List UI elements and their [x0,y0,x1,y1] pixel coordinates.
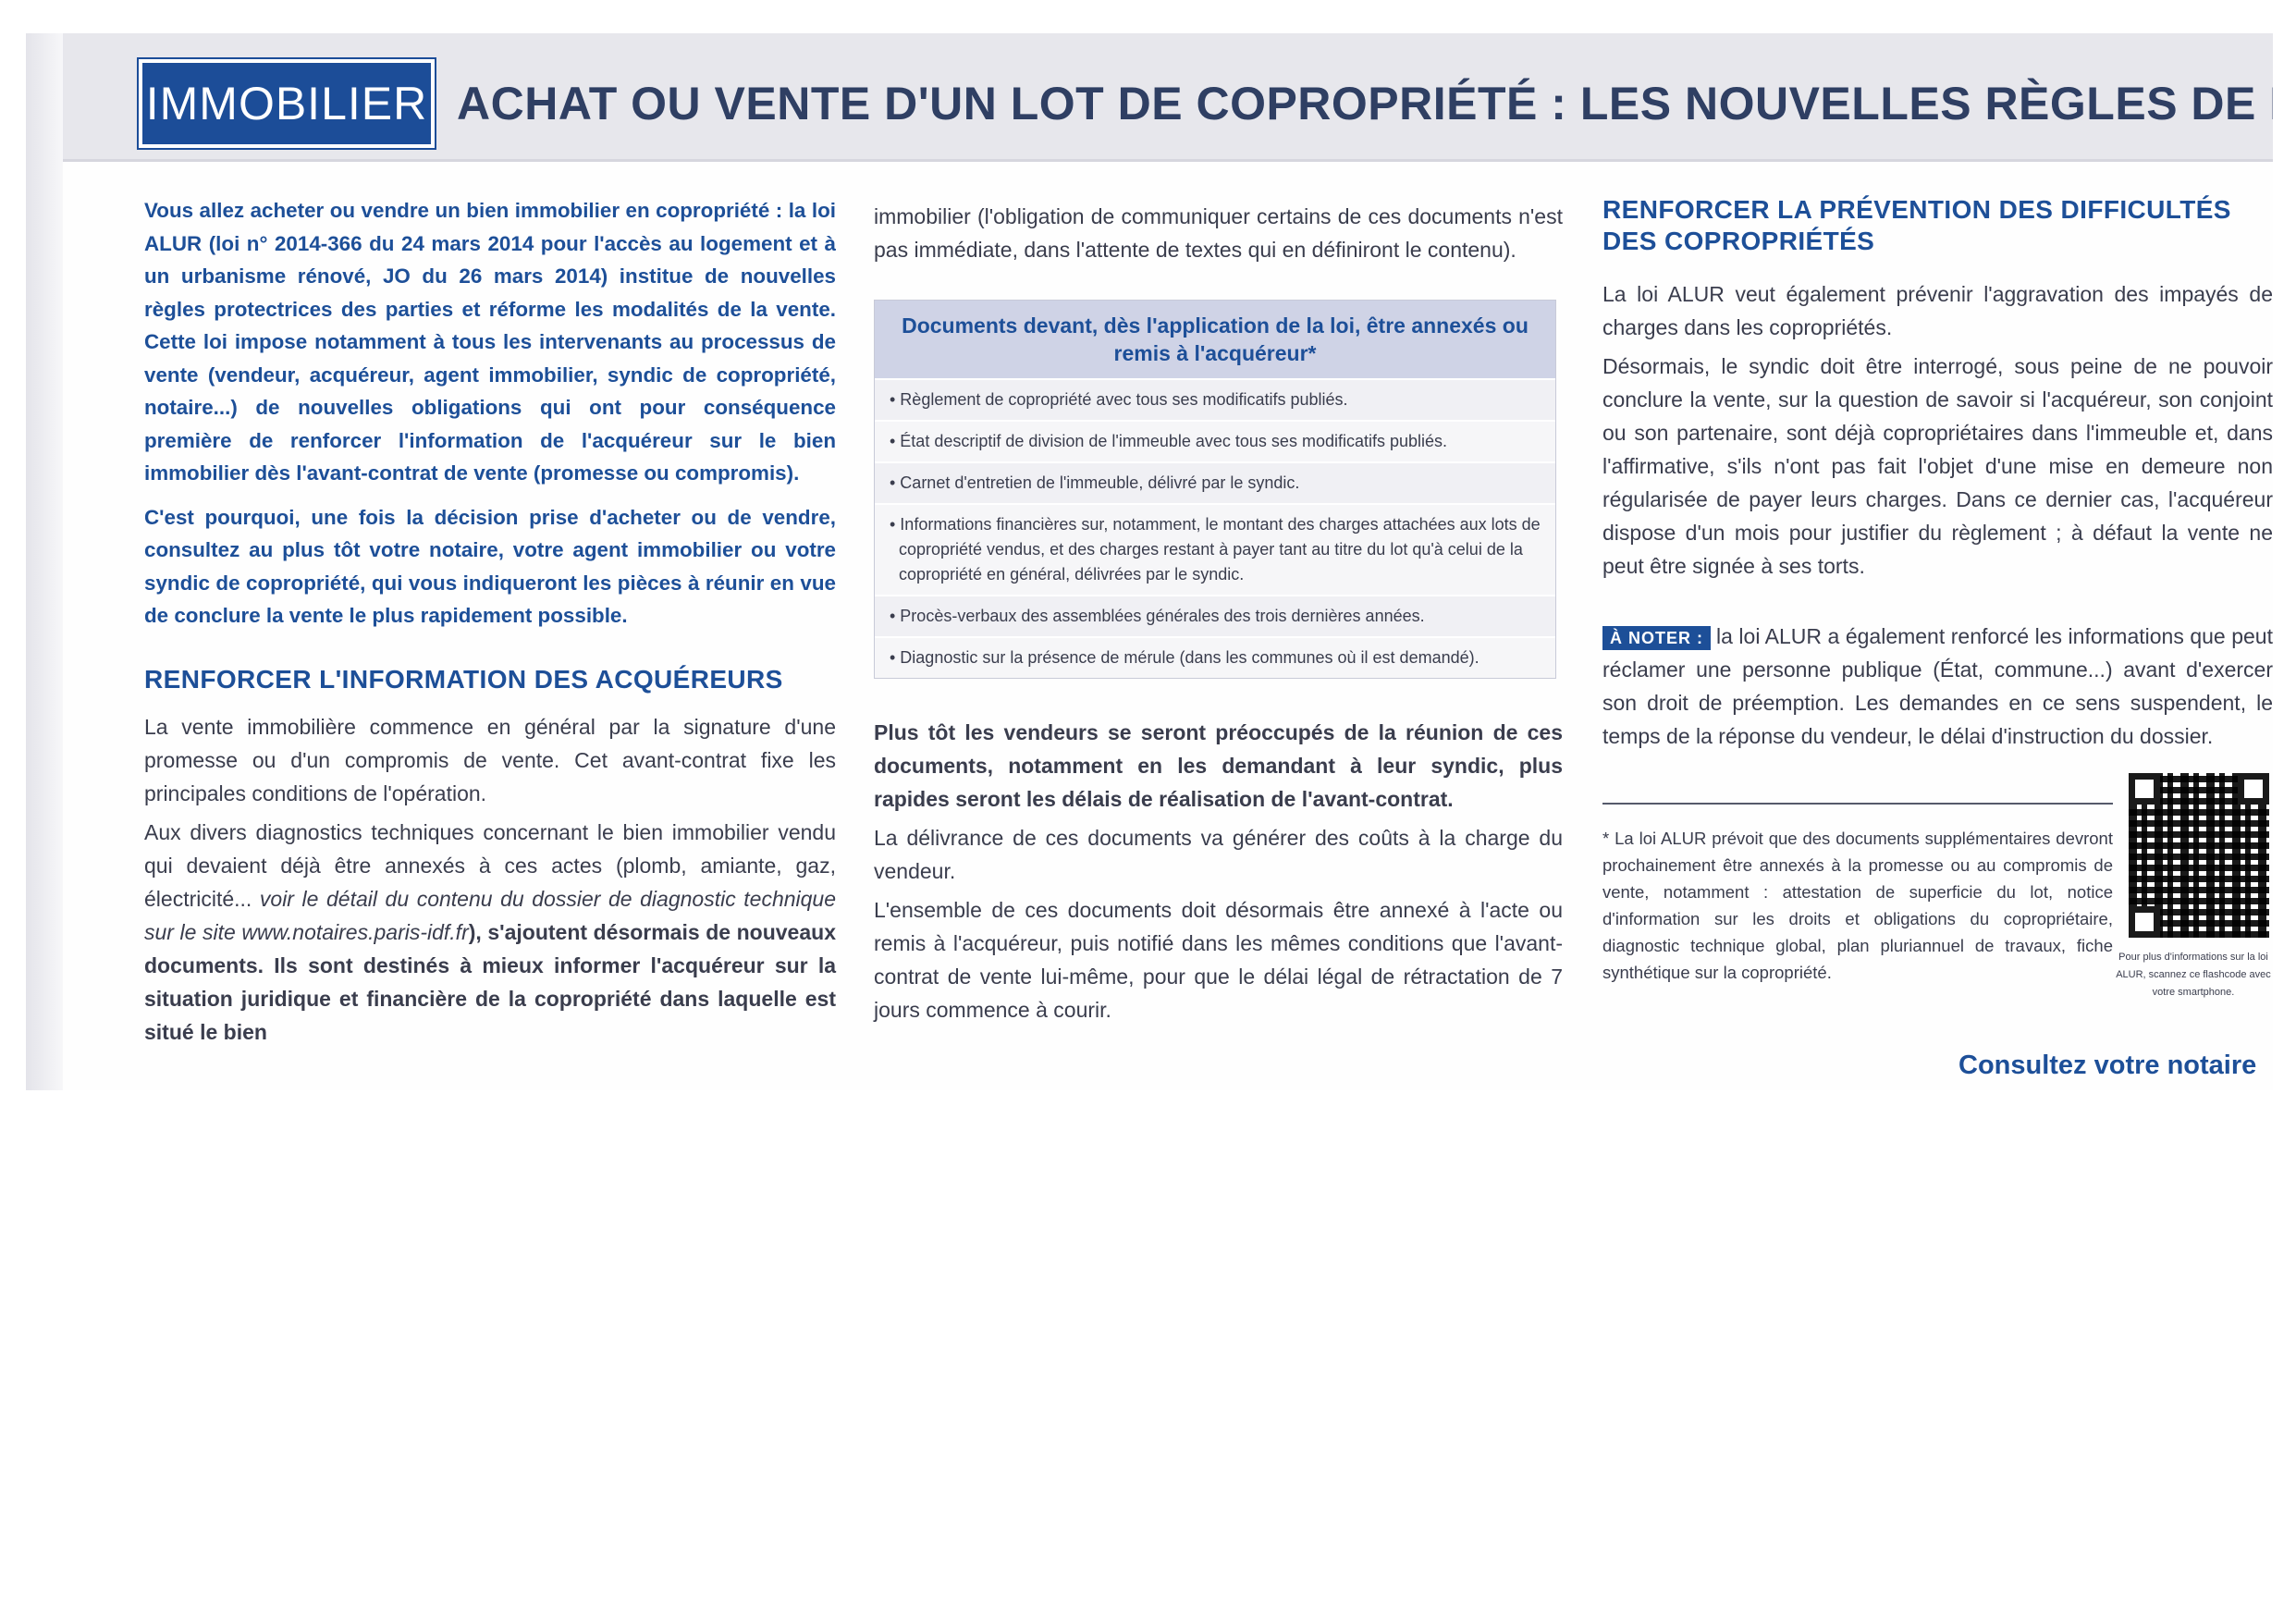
paragraph-costs: La délivrance de ces documents va génére… [874,826,1563,883]
flashcode-qr-icon [2129,773,2269,938]
consult-notaire-call: Consultez votre notaire [1958,1051,2257,1080]
continuation-paragraph: immobilier (l'obligation de communiquer … [874,204,1563,262]
qr-finder-icon [2129,906,2160,938]
qr-finder-icon [2129,773,2160,805]
documents-item: • Informations financières sur, notammen… [875,503,1555,595]
section-badge: IMMOBILIER [137,57,436,150]
section-heading-prevention: RENFORCER LA PRÉVENTION DES DIFFICULTÉS … [1602,195,2231,255]
body-paragraph-2: Aux divers diagnostics techniques concer… [144,816,836,1049]
documents-box-title: Documents devant, dès l'application de l… [875,301,1555,378]
body-paragraph-1: La vente immobilière commence en général… [144,714,836,805]
documents-item: • Diagnostic sur la présence de mérule (… [875,636,1555,678]
qr-finder-icon [2238,773,2269,805]
flashcode-caption: Pour plus d'informations sur la loi ALUR… [2116,952,2271,998]
prevention-paragraph-1: La loi ALUR veut également prévenir l'ag… [1602,282,2273,339]
intro-paragraph-2: C'est pourquoi, une fois la décision pri… [144,505,836,628]
paragraph-annex: L'ensemble de ces documents doit désorma… [874,898,1563,1022]
section-heading-acquereurs: RENFORCER L'INFORMATION DES ACQUÉREURS [144,664,783,694]
column-2: immobilier (l'obligation de communiquer … [874,194,1563,1026]
sheet-left-edge [26,33,63,1090]
documents-item: • Carnet d'entretien de l'immeuble, déli… [875,461,1555,503]
footnote: * La loi ALUR prévoit que des documents … [1602,829,2113,982]
documents-item: • Règlement de copropriété avec tous ses… [875,378,1555,420]
notice-tag: À NOTER : [1602,626,1711,650]
prevention-paragraph-2: Désormais, le syndic doit être interrogé… [1602,354,2273,578]
header-divider [63,159,2273,162]
documents-item: • État descriptif de division de l'immeu… [875,420,1555,461]
bold-paragraph-vendeurs: Plus tôt les vendeurs se seront préoccup… [874,720,1563,811]
article-headline: ACHAT OU VENTE D'UN LOT DE COPROPRIÉTÉ :… [457,78,2273,129]
intro-paragraph-1: Vous allez acheter ou vendre un bien imm… [144,199,836,485]
notice-paragraph: À NOTER : la loi ALUR a également renforc… [1602,620,2273,753]
documents-item: • Procès-verbaux des assemblées générale… [875,595,1555,636]
column-1: Vous allez acheter ou vendre un bien imm… [144,194,836,1049]
documents-box: Documents devant, dès l'application de l… [874,300,1556,679]
footnote-divider [1602,803,2113,805]
